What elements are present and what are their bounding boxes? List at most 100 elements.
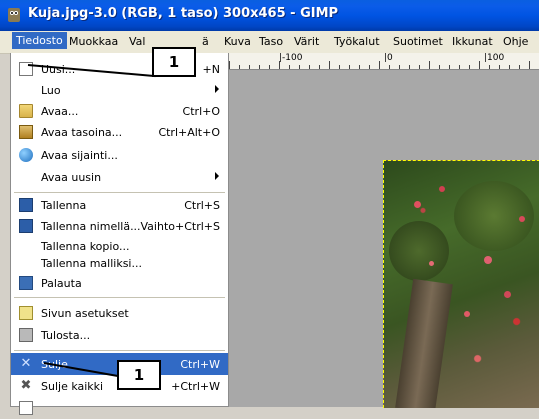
ruler-tick	[399, 65, 400, 69]
save-icon	[19, 198, 33, 212]
callout-badge-bottom: 1	[117, 360, 161, 390]
file-menu: Uusi... +N Luo Avaa... Ctrl+O Avaa tasoi…	[10, 53, 229, 415]
menu-windows[interactable]: Ikkunat	[452, 35, 493, 48]
menu-help[interactable]: Ohje	[503, 35, 528, 48]
menu-item-label: Tulosta...	[41, 329, 91, 342]
quit-icon	[19, 401, 33, 415]
menu-item-page-setup[interactable]: Sivun asetukset	[11, 302, 228, 324]
menu-item-open-as-layers[interactable]: Avaa tasoina... Ctrl+Alt+O	[11, 121, 228, 143]
ruler-tick	[279, 61, 280, 69]
menu-item-label: Avaa sijainti...	[41, 149, 118, 162]
page-setup-icon	[19, 306, 33, 320]
menu-item-save[interactable]: Tallenna Ctrl+S	[11, 194, 228, 216]
flower	[464, 311, 470, 317]
ruler-tick	[299, 65, 300, 69]
menu-item-revert[interactable]: Palauta	[11, 272, 228, 294]
submenu-arrow-icon	[215, 172, 219, 180]
flower	[429, 261, 434, 266]
ruler-tick	[339, 65, 340, 69]
menu-item-label: Avaa tasoina...	[41, 126, 123, 139]
window-title: Kuja.jpg-3.0 (RGB, 1 taso) 300x465 - GIM…	[28, 6, 339, 21]
menu-colors[interactable]: Värit	[294, 35, 319, 48]
menu-separator	[14, 297, 225, 298]
ruler-tick	[379, 61, 380, 69]
ruler-tick	[369, 65, 370, 69]
ruler-tick	[479, 61, 480, 69]
menu-separator	[14, 192, 225, 193]
ruler-tick	[349, 65, 350, 69]
ruler-tick	[259, 65, 260, 69]
menu-view[interactable]: ä	[202, 35, 209, 48]
ruler-tick	[459, 65, 460, 69]
ruler-tick	[409, 65, 410, 69]
menu-item-label: Palauta	[41, 277, 82, 290]
menu-item-quit-partial[interactable]	[11, 397, 228, 419]
ruler-tick	[359, 65, 360, 69]
close-icon: ✕	[20, 356, 32, 371]
menu-item-label: Luo	[41, 84, 61, 97]
ruler-tick	[389, 65, 390, 69]
menu-item-shortcut: Ctrl+S	[184, 199, 220, 212]
menu-item-save-as[interactable]: Tallenna nimellä... Vaihto+Ctrl+S	[11, 215, 228, 237]
menu-layer[interactable]: Taso	[259, 35, 283, 48]
revert-icon	[19, 276, 33, 290]
ruler-tick	[249, 65, 250, 69]
menu-image[interactable]: Kuva	[224, 35, 251, 48]
menu-item-label: Tallenna nimellä...	[41, 220, 141, 233]
foliage	[389, 221, 449, 281]
ruler-tick	[449, 65, 450, 69]
menu-item-print[interactable]: Tulosta...	[11, 324, 228, 346]
save-as-icon	[19, 219, 33, 233]
ruler-label: |0	[384, 53, 393, 63]
menu-item-open[interactable]: Avaa... Ctrl+O	[11, 100, 228, 122]
ruler-tick	[419, 65, 420, 69]
flower	[484, 256, 492, 264]
ruler-tick	[529, 61, 530, 69]
flower	[504, 291, 511, 298]
ruler-tick	[469, 65, 470, 69]
menu-select[interactable]: Val	[129, 35, 145, 48]
menu-item-shortcut: Ctrl+W	[180, 358, 220, 371]
menu-item-create[interactable]: Luo	[11, 79, 228, 101]
open-folder-icon	[19, 104, 33, 118]
menu-item-open-location[interactable]: Avaa sijainti...	[11, 144, 228, 166]
open-as-layers-icon	[19, 125, 33, 139]
gimp-app-icon	[8, 8, 20, 22]
menu-separator	[14, 350, 225, 351]
menu-item-label: Tallenna malliksi...	[41, 257, 142, 270]
ruler-label: |-100	[279, 53, 303, 63]
open-location-icon	[19, 148, 33, 162]
close-all-icon: ✖	[20, 378, 32, 393]
image-photo[interactable]	[383, 160, 539, 408]
menu-item-shortcut: Ctrl+O	[182, 105, 220, 118]
ruler-tick	[329, 61, 330, 69]
ruler-tick	[309, 65, 310, 69]
menu-item-label: Avaa uusin	[41, 171, 102, 184]
menu-tools[interactable]: Työkalut	[334, 35, 380, 48]
menu-filters[interactable]: Suotimet	[393, 35, 443, 48]
menu-item-label: Avaa...	[41, 105, 79, 118]
ruler-tick	[489, 65, 490, 69]
menu-item-label: Sivun asetukset	[41, 307, 129, 320]
menu-item-label: Tallenna	[41, 199, 87, 212]
ruler-tick	[239, 65, 240, 69]
ruler-tick	[429, 61, 430, 69]
flower	[414, 201, 421, 208]
callout-badge-top: 1	[152, 47, 196, 77]
flower	[439, 186, 445, 192]
menu-item-save-template[interactable]: Tallenna malliksi...	[11, 252, 228, 274]
menu-item-shortcut: +Ctrl+W	[171, 380, 220, 393]
ruler-label: |100	[484, 53, 505, 63]
ruler-tick	[289, 65, 290, 69]
menubar: Tiedosto Muokkaa Val ä Kuva Taso Värit T…	[0, 31, 539, 54]
horizontal-ruler[interactable]: |-100 |0 |100	[229, 53, 539, 70]
menu-item-open-recent[interactable]: Avaa uusin	[11, 166, 228, 188]
menu-item-shortcut: +N	[202, 63, 220, 76]
menu-edit[interactable]: Muokkaa	[69, 35, 118, 48]
submenu-arrow-icon	[215, 85, 219, 93]
menu-item-shortcut: Vaihto+Ctrl+S	[140, 220, 220, 233]
flower	[519, 216, 525, 222]
ruler-tick	[319, 65, 320, 69]
menu-file[interactable]: Tiedosto	[12, 32, 67, 49]
menu-item-shortcut: Ctrl+Alt+O	[158, 126, 220, 139]
